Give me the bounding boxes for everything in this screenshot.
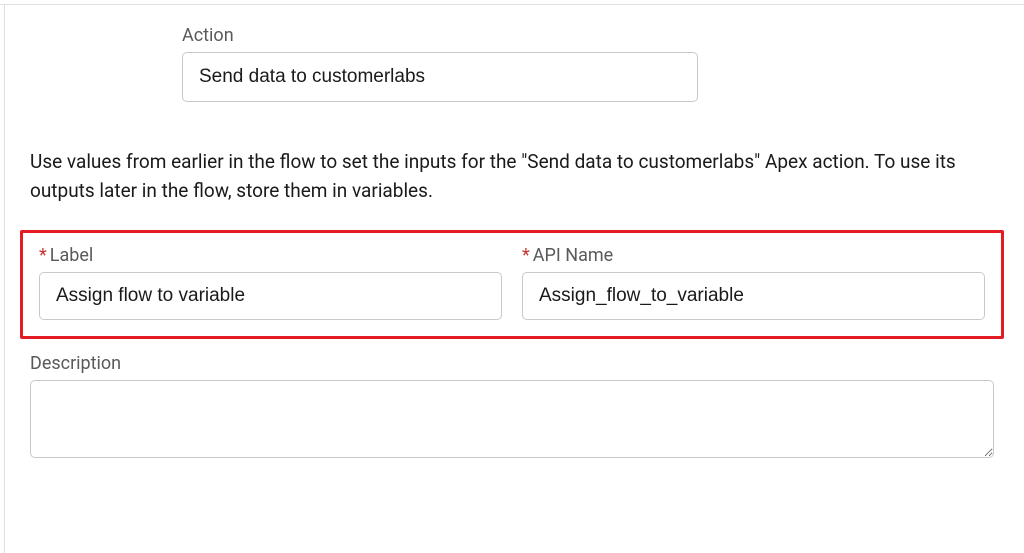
panel-top-border bbox=[0, 4, 1024, 5]
api-name-input[interactable] bbox=[522, 272, 985, 320]
action-input[interactable] bbox=[182, 52, 698, 102]
api-name-field-label-text: API Name bbox=[533, 245, 613, 266]
label-field-group: *Label bbox=[39, 245, 502, 320]
helper-text: Use values from earlier in the flow to s… bbox=[30, 147, 994, 206]
description-field-group: Description bbox=[30, 353, 994, 463]
api-name-field-label: *API Name bbox=[522, 245, 985, 266]
api-name-field-group: *API Name bbox=[522, 245, 985, 320]
required-indicator-icon: * bbox=[522, 245, 530, 266]
required-indicator-icon: * bbox=[39, 245, 47, 266]
panel-left-border bbox=[4, 4, 5, 553]
label-field-label: *Label bbox=[39, 245, 502, 266]
label-input[interactable] bbox=[39, 272, 502, 320]
action-field-group: Action bbox=[182, 25, 1004, 102]
label-field-label-text: Label bbox=[50, 245, 94, 266]
highlighted-fields-box: *Label *API Name bbox=[20, 230, 1004, 339]
description-label: Description bbox=[30, 353, 994, 374]
description-textarea[interactable] bbox=[30, 380, 994, 458]
action-label: Action bbox=[182, 25, 1004, 46]
